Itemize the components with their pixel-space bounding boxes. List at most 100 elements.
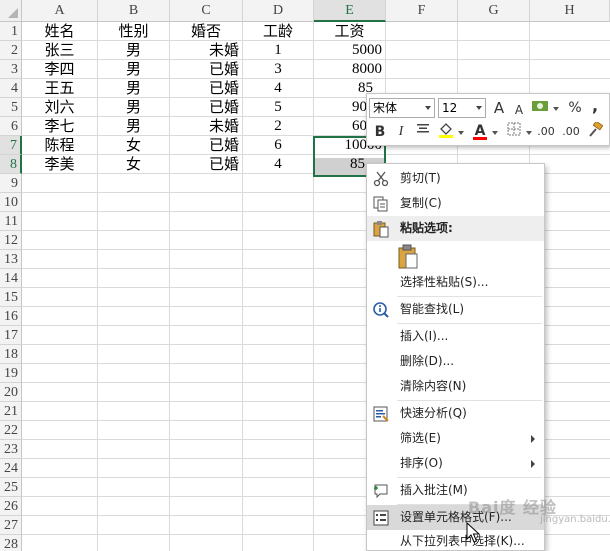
column-header-b[interactable]: B (98, 0, 170, 22)
menu-item-quick-analysis[interactable]: 快速分析(Q) (367, 401, 544, 426)
cell-c4[interactable]: 已婚 (170, 79, 242, 98)
cell-a7[interactable]: 陈程 (22, 136, 97, 155)
row-header-5[interactable]: 5 (0, 98, 22, 117)
row-header-14[interactable]: 14 (0, 269, 22, 288)
row-header-16[interactable]: 16 (0, 307, 22, 326)
cell-a2[interactable]: 张三 (22, 41, 97, 60)
menu-item-pick-from-list[interactable]: 从下拉列表中选择(K)... (367, 530, 544, 551)
cell-b4[interactable]: 男 (98, 79, 169, 98)
menu-item-insert[interactable]: 插入(I)... (367, 324, 544, 349)
menu-item-clear-contents[interactable]: 清除内容(N) (367, 374, 544, 399)
cell-d8[interactable]: 4 (243, 155, 313, 174)
row-header-28[interactable]: 28 (0, 535, 22, 551)
cell-b3[interactable]: 男 (98, 60, 169, 79)
cell-d3[interactable]: 3 (243, 60, 313, 79)
menu-item-delete[interactable]: 删除(D)... (367, 349, 544, 374)
menu-item-paste-special[interactable]: 选择性粘贴(S)... (367, 270, 544, 295)
cell-c5[interactable]: 已婚 (170, 98, 242, 117)
font-size-box[interactable]: 12 (438, 98, 486, 118)
row-header-24[interactable]: 24 (0, 459, 22, 478)
row-header-18[interactable]: 18 (0, 345, 22, 364)
menu-item-filter[interactable]: 筛选(E) (367, 426, 544, 451)
row-header-17[interactable]: 17 (0, 326, 22, 345)
row-header-23[interactable]: 23 (0, 440, 22, 459)
cell-a1[interactable]: 姓名 (22, 22, 97, 41)
increase-decimal-icon[interactable]: .00 (536, 122, 556, 142)
row-header-19[interactable]: 19 (0, 364, 22, 383)
cell-e1[interactable]: 工资 (314, 22, 385, 41)
grow-font-icon[interactable]: A (489, 98, 509, 118)
menu-item-sort[interactable]: 排序(O) (367, 451, 544, 476)
cell-a8[interactable]: 李美 (22, 155, 97, 174)
cell-e3[interactable]: 8000 (314, 60, 385, 79)
row-header-10[interactable]: 10 (0, 193, 22, 212)
cell-d7[interactable]: 6 (243, 136, 313, 155)
cell-c2[interactable]: 未婚 (170, 41, 242, 60)
cell-d2[interactable]: 1 (243, 41, 313, 60)
bold-icon[interactable]: B (370, 122, 390, 142)
row-header-25[interactable]: 25 (0, 478, 22, 497)
menu-item-copy[interactable]: 复制(C) (367, 191, 544, 216)
menu-item-cut[interactable]: 剪切(T) (367, 166, 544, 191)
cell-b5[interactable]: 男 (98, 98, 169, 117)
row-header-7[interactable]: 7 (0, 136, 22, 155)
row-header-1[interactable]: 1 (0, 22, 22, 41)
cell-b2[interactable]: 男 (98, 41, 169, 60)
row-header-2[interactable]: 2 (0, 41, 22, 60)
cell-d6[interactable]: 2 (243, 117, 313, 136)
row-header-4[interactable]: 4 (0, 79, 22, 98)
row-header-8[interactable]: 8 (0, 155, 22, 174)
cell-c3[interactable]: 已婚 (170, 60, 242, 79)
column-header-g[interactable]: G (458, 0, 530, 22)
cell-a3[interactable]: 李四 (22, 60, 97, 79)
row-header-26[interactable]: 26 (0, 497, 22, 516)
format-painter-icon[interactable] (585, 120, 605, 142)
comma-style-icon[interactable]: , (585, 96, 605, 116)
percent-style-icon[interactable]: % (565, 98, 585, 118)
cell-b1[interactable]: 性别 (98, 22, 169, 41)
row-header-3[interactable]: 3 (0, 60, 22, 79)
center-align-icon[interactable] (413, 122, 433, 142)
column-header-a[interactable]: A (22, 0, 98, 22)
cell-c1[interactable]: 婚否 (170, 22, 242, 41)
fill-color-icon[interactable] (436, 121, 456, 141)
column-header-f[interactable]: F (386, 0, 458, 22)
row-header-9[interactable]: 9 (0, 174, 22, 193)
paste-clipboard-icon[interactable] (397, 244, 419, 270)
menu-item-smart-lookup[interactable]: 智能查找(L) (367, 297, 544, 322)
row-header-22[interactable]: 22 (0, 421, 22, 440)
cell-a6[interactable]: 李七 (22, 117, 97, 136)
italic-icon[interactable]: I (391, 122, 411, 142)
cell-d4[interactable]: 4 (243, 79, 313, 98)
row-header-20[interactable]: 20 (0, 383, 22, 402)
spreadsheet[interactable]: A B C D E F G H 1 2 3 4 5 6 7 8 9 10 11 12 13 14 15 16 1… (0, 0, 610, 551)
row-header-13[interactable]: 13 (0, 250, 22, 269)
cell-b8[interactable]: 女 (98, 155, 169, 174)
row-header-15[interactable]: 15 (0, 288, 22, 307)
cell-a4[interactable]: 王五 (22, 79, 97, 98)
font-name-box[interactable]: 宋体 (369, 98, 435, 118)
cell-c7[interactable]: 已婚 (170, 136, 242, 155)
cell-a5[interactable]: 刘六 (22, 98, 97, 117)
decrease-decimal-icon[interactable]: .00 (561, 122, 581, 142)
cell-e2[interactable]: 5000 (314, 41, 385, 60)
cell-d1[interactable]: 工龄 (243, 22, 313, 41)
column-header-c[interactable]: C (170, 0, 243, 22)
borders-icon[interactable] (504, 122, 524, 142)
cell-b7[interactable]: 女 (98, 136, 169, 155)
select-all-corner[interactable] (0, 0, 22, 22)
menu-item-paste-button[interactable] (367, 242, 544, 272)
column-header-e[interactable]: E (314, 0, 386, 22)
column-header-d[interactable]: D (243, 0, 314, 22)
row-header-27[interactable]: 27 (0, 516, 22, 535)
cell-b6[interactable]: 男 (98, 117, 169, 136)
row-header-21[interactable]: 21 (0, 402, 22, 421)
cell-d5[interactable]: 5 (243, 98, 313, 117)
cell-c6[interactable]: 未婚 (170, 117, 242, 136)
accounting-format-icon[interactable] (530, 98, 550, 118)
column-header-h[interactable]: H (530, 0, 610, 22)
row-header-12[interactable]: 12 (0, 231, 22, 250)
font-name-dropdown-icon[interactable] (425, 106, 431, 110)
cell-c8[interactable]: 已婚 (170, 155, 242, 174)
font-color-icon[interactable]: A (470, 121, 490, 141)
